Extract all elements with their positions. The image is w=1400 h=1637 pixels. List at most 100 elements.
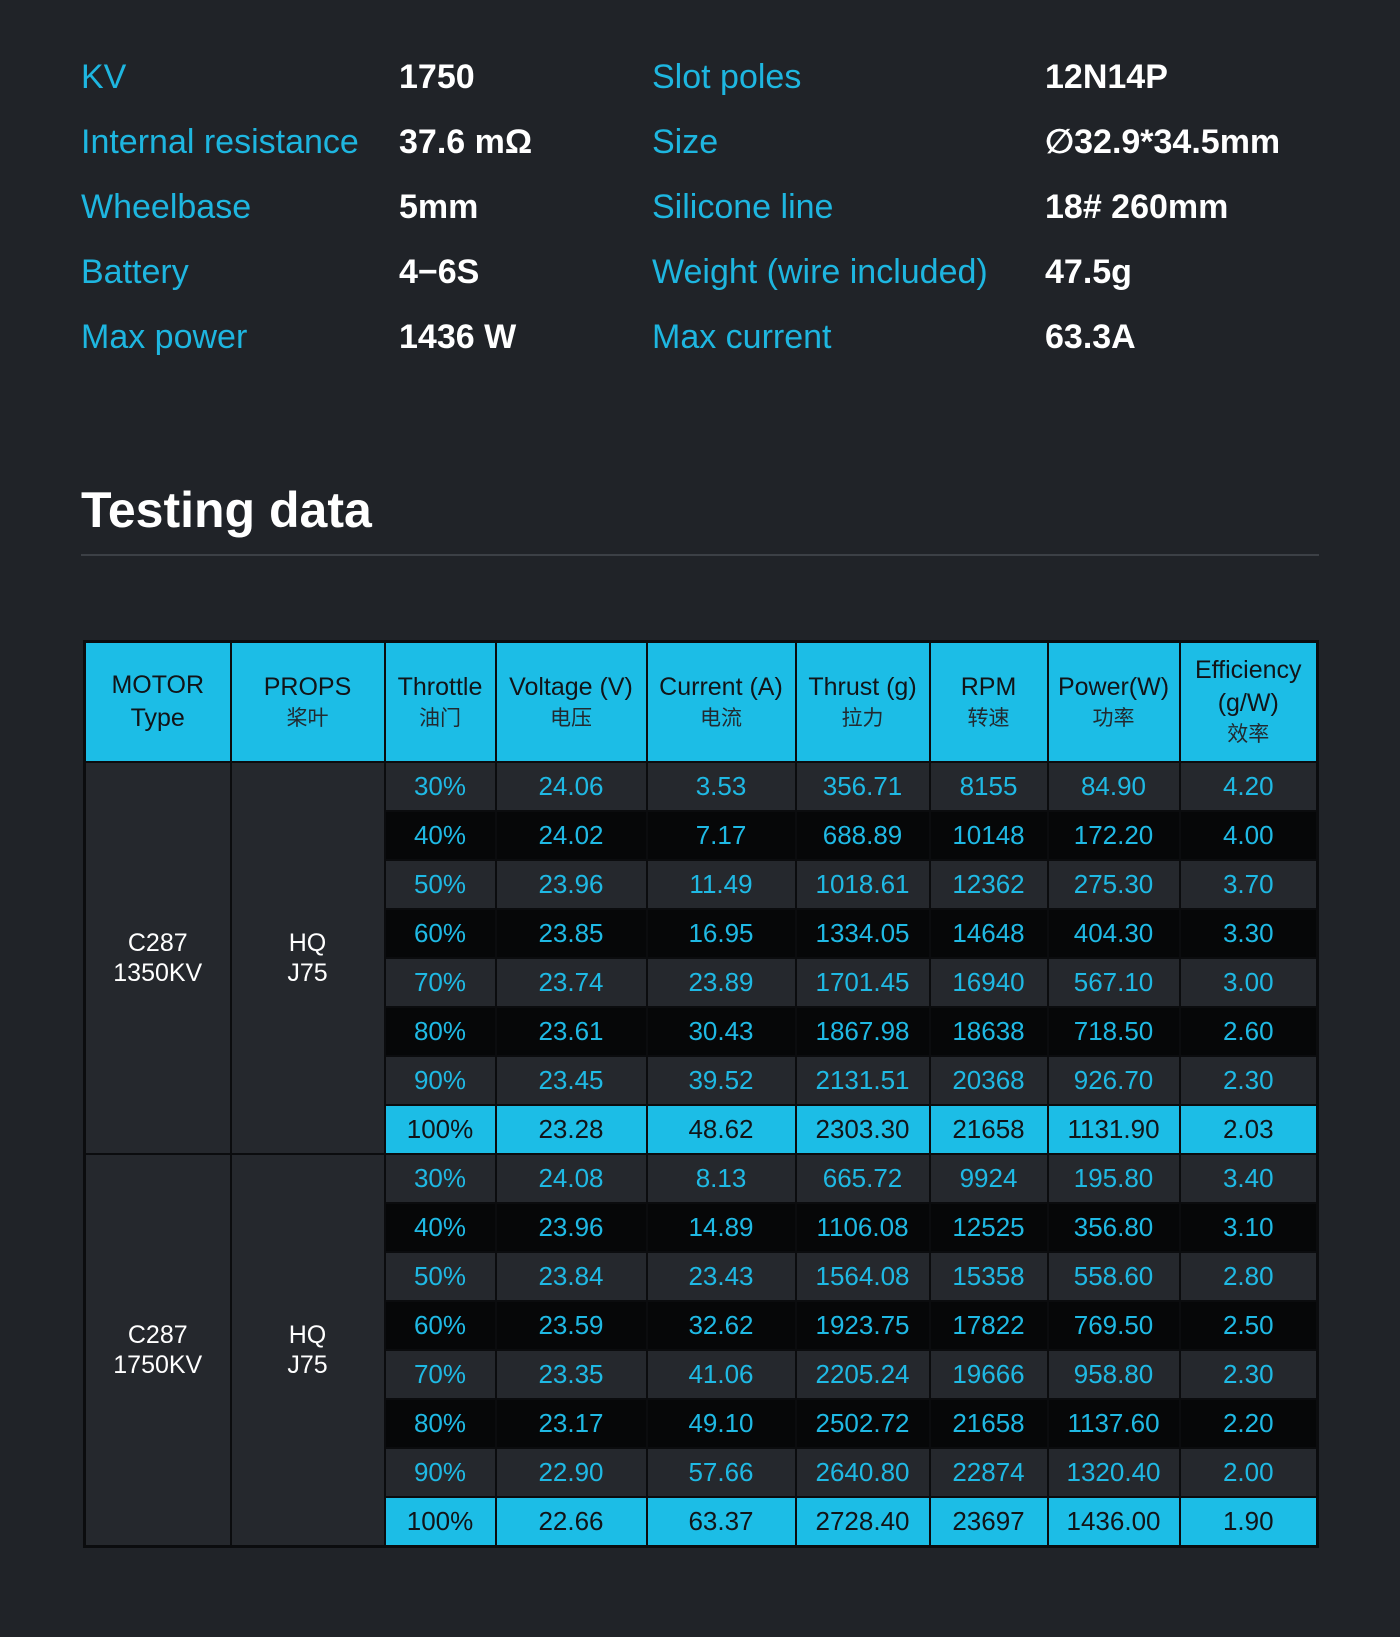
throttle-cell: 60% <box>383 908 497 959</box>
efficiency-cell: 3.40 <box>1178 1153 1319 1204</box>
header-motor-type: MOTOR Type <box>83 640 232 763</box>
thrust-cell: 1701.45 <box>794 957 931 1008</box>
table-row: C287 1350KV HQ J75 30% 24.06 3.53 356.71 8155 84.… <box>83 761 1319 1155</box>
current-cell: 23.43 <box>645 1251 797 1302</box>
spec-row: Internal resistance 37.6 mΩ Size ∅32.9*3… <box>81 117 1321 182</box>
voltage-cell: 22.66 <box>494 1496 648 1548</box>
thrust-cell: 1867.98 <box>794 1006 931 1057</box>
current-cell: 8.13 <box>645 1153 797 1204</box>
throttle-cell: 40% <box>383 1202 497 1253</box>
efficiency-cell: 2.60 <box>1178 1006 1319 1057</box>
spec-label: KV <box>81 58 127 96</box>
spec-grid: KV 1750 Slot poles 12N14P Internal resis… <box>81 52 1321 377</box>
power-cell: 769.50 <box>1046 1300 1181 1351</box>
props-cell: HQ J75 <box>229 1153 386 1548</box>
power-cell: 172.20 <box>1046 810 1181 861</box>
props-text: HQ <box>288 929 327 957</box>
efficiency-cell: 4.00 <box>1178 810 1319 861</box>
rpm-cell: 19666 <box>928 1349 1049 1400</box>
current-cell: 7.17 <box>645 810 797 861</box>
rpm-cell: 21658 <box>928 1398 1049 1449</box>
thrust-cell: 2303.30 <box>794 1104 931 1155</box>
header-thrust: Thrust (g) 拉力 <box>794 640 931 763</box>
spec-label: Weight (wire included) <box>652 253 988 291</box>
spec-label: Max current <box>652 318 832 356</box>
current-cell: 39.52 <box>645 1055 797 1106</box>
table-header-row: MOTOR Type PROPS 桨叶 Throttle 油门 Voltage … <box>83 640 1319 763</box>
efficiency-cell: 2.50 <box>1178 1300 1319 1351</box>
spec-value: 12N14P <box>1045 58 1168 96</box>
table-body: C287 1350KV HQ J75 30% 24.06 3.53 356.71 8155 84.… <box>83 761 1319 1548</box>
spec-row: Battery 4−6S Weight (wire included) 47.5… <box>81 247 1321 312</box>
voltage-cell: 23.28 <box>494 1104 648 1155</box>
voltage-cell: 23.84 <box>494 1251 648 1302</box>
header-label: Throttle <box>397 672 483 701</box>
current-cell: 16.95 <box>645 908 797 959</box>
throttle-cell: 100% <box>383 1104 497 1155</box>
header-label: Thrust (g) <box>808 672 917 701</box>
efficiency-cell: 3.70 <box>1178 859 1319 910</box>
header-label-zh: 桨叶 <box>286 706 329 730</box>
voltage-cell: 23.45 <box>494 1055 648 1106</box>
spec-value: 47.5g <box>1045 253 1132 291</box>
rpm-cell: 10148 <box>928 810 1049 861</box>
header-label: Current (A) <box>659 672 783 701</box>
header-label-zh: 效率 <box>1227 723 1270 746</box>
header-label: Voltage (V) <box>509 672 633 701</box>
header-label: Type <box>130 704 185 732</box>
thrust-cell: 2502.72 <box>794 1398 931 1449</box>
rpm-cell: 8155 <box>928 761 1049 812</box>
voltage-cell: 23.74 <box>494 957 648 1008</box>
rpm-cell: 12525 <box>928 1202 1049 1253</box>
power-cell: 718.50 <box>1046 1006 1181 1057</box>
current-cell: 57.66 <box>645 1447 797 1498</box>
thrust-cell: 1106.08 <box>794 1202 931 1253</box>
throttle-cell: 70% <box>383 1349 497 1400</box>
header-label: (g/W) <box>1217 689 1279 717</box>
throttle-cell: 70% <box>383 957 497 1008</box>
rpm-cell: 18638 <box>928 1006 1049 1057</box>
power-cell: 1320.40 <box>1046 1447 1181 1498</box>
motor-type-text: 1750KV <box>113 1351 203 1379</box>
rpm-cell: 9924 <box>928 1153 1049 1204</box>
motor-type-text: C287 <box>127 1321 188 1349</box>
header-label: Power(W) <box>1057 672 1170 701</box>
header-label-zh: 电压 <box>550 706 592 730</box>
props-text: J75 <box>287 959 328 987</box>
throttle-cell: 80% <box>383 1398 497 1449</box>
voltage-cell: 24.02 <box>494 810 648 861</box>
power-cell: 1436.00 <box>1046 1496 1181 1548</box>
thrust-cell: 2131.51 <box>794 1055 931 1106</box>
current-cell: 14.89 <box>645 1202 797 1253</box>
header-rpm: RPM 转速 <box>928 640 1049 763</box>
voltage-cell: 23.59 <box>494 1300 648 1351</box>
rpm-cell: 21658 <box>928 1104 1049 1155</box>
spec-label: Slot poles <box>652 58 802 96</box>
header-props: PROPS 桨叶 <box>229 640 386 763</box>
rpm-cell: 12362 <box>928 859 1049 910</box>
efficiency-cell: 1.90 <box>1178 1496 1319 1548</box>
spec-value: 37.6 mΩ <box>399 123 533 161</box>
spec-value: 1436 W <box>399 318 517 356</box>
throttle-cell: 30% <box>383 761 497 812</box>
spec-value: 5mm <box>399 188 479 226</box>
throttle-cell: 90% <box>383 1055 497 1106</box>
props-cell: HQ J75 <box>229 761 386 1155</box>
efficiency-cell: 4.20 <box>1178 761 1319 812</box>
efficiency-cell: 3.30 <box>1178 908 1319 959</box>
header-label-zh: 油门 <box>419 706 461 730</box>
thrust-cell: 1018.61 <box>794 859 931 910</box>
voltage-cell: 23.96 <box>494 1202 648 1253</box>
props-text: HQ <box>288 1321 327 1349</box>
current-cell: 3.53 <box>645 761 797 812</box>
header-label-zh: 电流 <box>700 706 742 730</box>
motor-type-text: 1350KV <box>113 959 203 987</box>
table-row: C287 1750KV HQ J75 30% 24.08 8.13 665.72 9924 195… <box>83 1153 1319 1548</box>
spec-row: KV 1750 Slot poles 12N14P <box>81 52 1321 117</box>
throttle-cell: 30% <box>383 1153 497 1204</box>
section-divider <box>81 554 1319 556</box>
thrust-cell: 688.89 <box>794 810 931 861</box>
voltage-cell: 23.96 <box>494 859 648 910</box>
voltage-cell: 22.90 <box>494 1447 648 1498</box>
voltage-cell: 23.61 <box>494 1006 648 1057</box>
